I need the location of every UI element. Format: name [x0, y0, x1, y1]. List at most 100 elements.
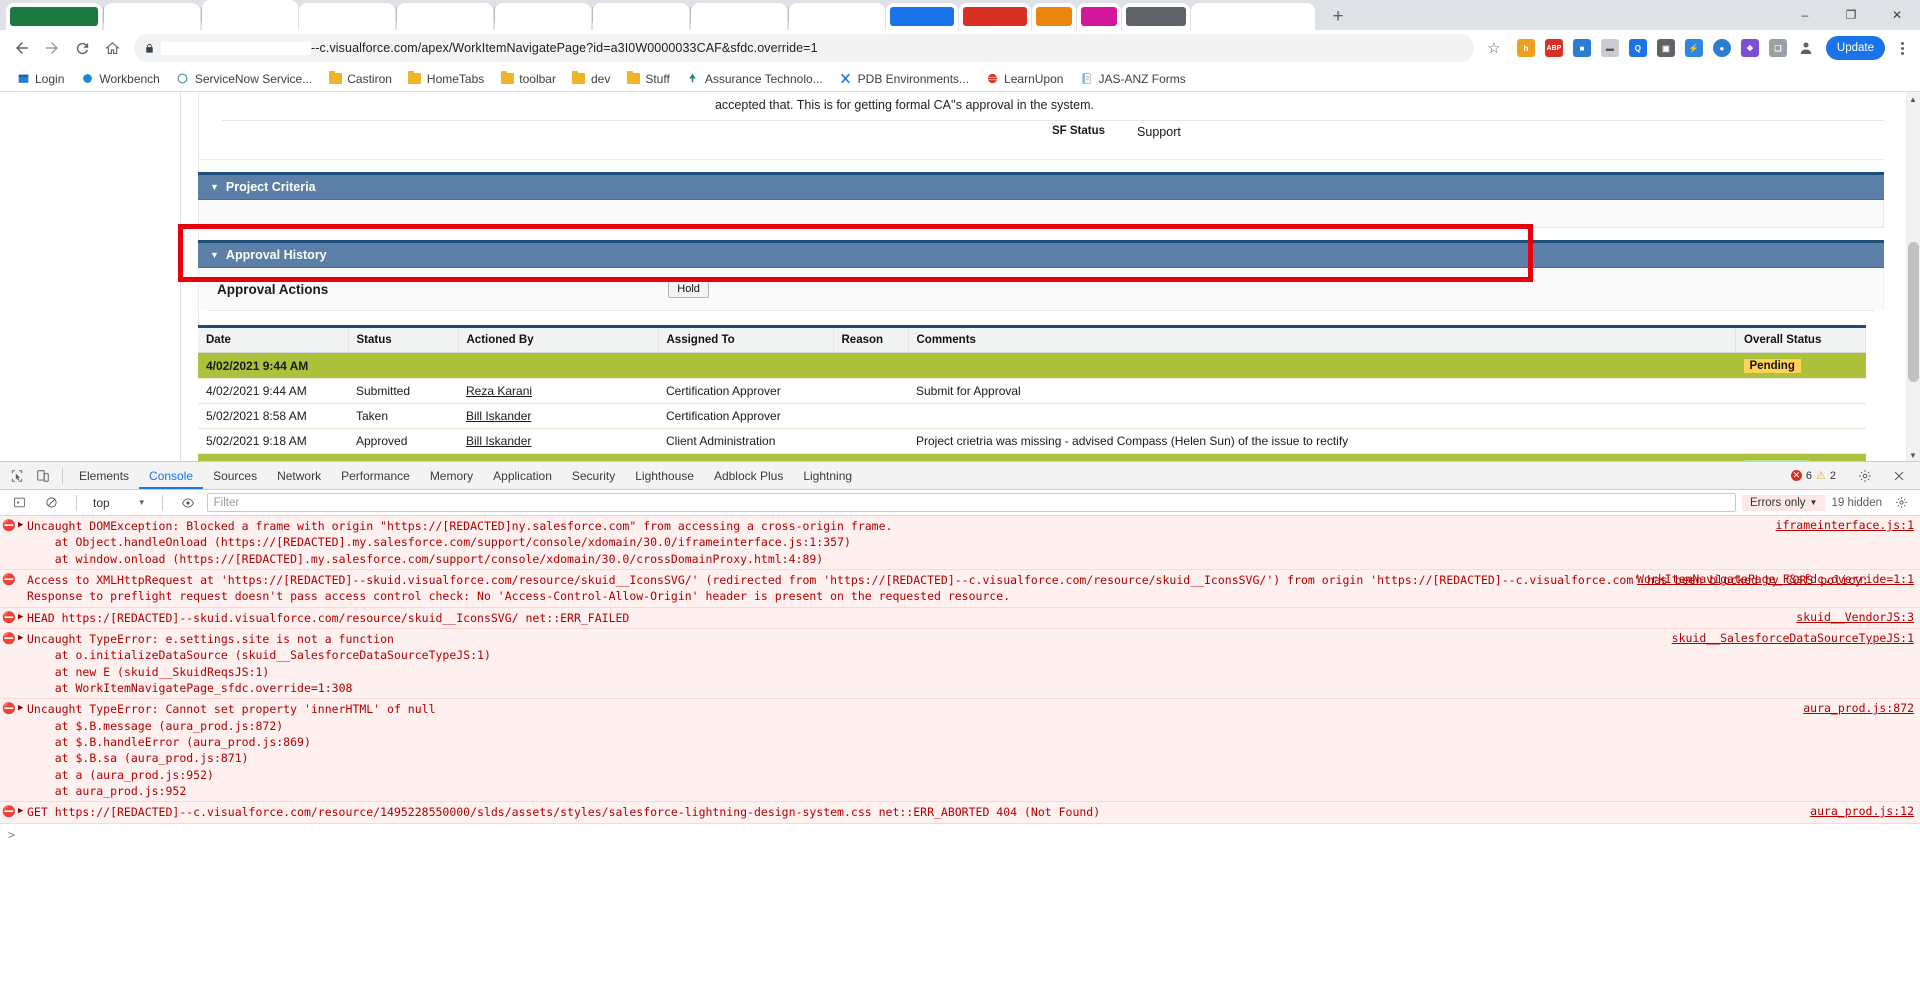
tab-adblock-plus[interactable]: Adblock Plus	[704, 462, 793, 489]
clear-console-icon[interactable]	[38, 491, 64, 515]
bookmark-jas-anz-forms[interactable]: JAS-ANZ Forms	[1071, 68, 1193, 90]
extension-honey-icon[interactable]: h	[1514, 36, 1538, 60]
chevron-down-icon[interactable]: ▼	[138, 498, 146, 507]
expand-triangle-icon[interactable]: ▶	[18, 631, 27, 643]
browser-tab-1[interactable]	[6, 3, 102, 30]
device-toolbar-icon[interactable]	[30, 464, 56, 488]
console-message[interactable]: ⛔ Access to XMLHttpRequest at 'https://[…	[0, 569, 1920, 608]
tab-sources[interactable]: Sources	[203, 462, 267, 489]
expand-triangle-icon[interactable]: ▶	[18, 518, 27, 530]
extension-search-icon[interactable]: Q	[1626, 36, 1650, 60]
gear-icon[interactable]	[1852, 464, 1878, 488]
log-level-selector[interactable]: Errors only ▼	[1741, 494, 1826, 511]
close-button[interactable]: ✕	[1874, 0, 1920, 30]
scroll-up-arrow[interactable]: ▲	[1906, 92, 1920, 106]
approval-history-header[interactable]: ▼ Approval History	[198, 243, 1884, 268]
reload-icon[interactable]	[68, 34, 96, 62]
table-row[interactable]: 4/02/2021 9:44 AM Pending	[198, 352, 1866, 379]
bookmark-star-icon[interactable]: ☆	[1482, 36, 1506, 60]
browser-tab-8[interactable]	[691, 3, 787, 30]
console-source-link[interactable]: aura_prod.js:872	[1803, 701, 1914, 715]
console-filter-input[interactable]: Filter	[206, 493, 1736, 512]
browser-tab-14[interactable]	[1122, 3, 1190, 30]
tab-memory[interactable]: Memory	[420, 462, 483, 489]
tab-elements[interactable]: Elements	[69, 462, 139, 489]
bookmark-castiron[interactable]: Castiron	[320, 68, 400, 90]
chevron-down-icon[interactable]: ▼	[210, 182, 219, 192]
bookmark-workbench[interactable]: Workbench	[72, 68, 167, 90]
extension-abp-icon[interactable]: ABP	[1542, 36, 1566, 60]
page-scrollbar-thumb[interactable]	[1908, 242, 1919, 382]
console-source-link[interactable]: WorkItemNavigatePage_F&sfdc.override=1:1	[1637, 572, 1914, 586]
browser-tab-active[interactable]	[202, 0, 298, 30]
console-message[interactable]: ⛔ ▶ Uncaught TypeError: e.settings.site …	[0, 628, 1920, 700]
expand-triangle-icon[interactable]: ▶	[18, 804, 27, 816]
cursor-inspect-icon[interactable]	[4, 464, 30, 488]
profile-avatar[interactable]	[1794, 36, 1818, 60]
browser-tab-6[interactable]	[495, 3, 591, 30]
minimize-button[interactable]: –	[1782, 0, 1828, 30]
tab-security[interactable]: Security	[562, 462, 625, 489]
user-link[interactable]: Bill Iskander	[466, 409, 531, 423]
extension-lightning-icon[interactable]: ⚡	[1682, 36, 1706, 60]
expand-triangle-icon[interactable]: ▶	[18, 701, 27, 713]
tab-lightning[interactable]: Lightning	[793, 462, 862, 489]
console-settings-icon[interactable]	[1888, 491, 1914, 515]
console-source-link[interactable]: skuid__SalesforceDataSourceTypeJS:1	[1672, 631, 1914, 645]
bookmark-hometabs[interactable]: HomeTabs	[400, 68, 492, 90]
address-bar[interactable]: --c.visualforce.com/apex/WorkItemNavigat…	[134, 34, 1474, 62]
extension-grey-icon[interactable]: ▬	[1598, 36, 1622, 60]
table-row[interactable]: 5/02/2021 8:58 AM Taken Bill Iskander Ce…	[198, 403, 1866, 429]
browser-tab-13[interactable]	[1077, 3, 1121, 30]
bookmark-stuff[interactable]: Stuff	[618, 68, 677, 90]
table-row[interactable]: 5/02/2021 9:18 AM Approved Bill Iskander…	[198, 428, 1866, 454]
console-prompt[interactable]: >	[0, 824, 1920, 842]
console-message[interactable]: ⛔ ▶ GET https://[REDACTED]--c.visualforc…	[0, 802, 1920, 824]
extension-blue-icon[interactable]: ■	[1570, 36, 1594, 60]
bookmark-dev[interactable]: dev	[564, 68, 618, 90]
browser-tab-15[interactable]	[1191, 3, 1315, 30]
live-expression-icon[interactable]	[175, 491, 201, 515]
chevron-down-icon[interactable]: ▼	[1810, 498, 1818, 507]
extension-kite-icon[interactable]: ❖	[1738, 36, 1762, 60]
bookmark-assurance-technologies[interactable]: Assurance Technolo...	[678, 68, 831, 90]
maximize-button[interactable]: ❐	[1828, 0, 1874, 30]
context-selector[interactable]: top ▼	[89, 496, 150, 510]
home-icon[interactable]	[98, 34, 126, 62]
browser-tab-12[interactable]	[1032, 3, 1076, 30]
forward-icon[interactable]	[38, 34, 66, 62]
extension-camera-icon[interactable]: ▣	[1654, 36, 1678, 60]
extension-puzzle-icon[interactable]: ❑	[1766, 36, 1790, 60]
user-link[interactable]: Bill Iskander	[466, 434, 531, 448]
console-message[interactable]: ⛔ ▶ Uncaught TypeError: Cannot set prope…	[0, 699, 1920, 803]
table-row[interactable]: 4/02/2021 9:44 AM Submitted Reza Karani …	[198, 378, 1866, 404]
console-message[interactable]: ⛔ ▶ HEAD https:/[REDACTED]--skuid.visual…	[0, 607, 1920, 629]
bookmark-learnupon[interactable]: LearnUpon	[977, 68, 1071, 90]
browser-tab-2[interactable]	[104, 3, 200, 30]
console-source-link[interactable]: aura_prod.js:12	[1810, 804, 1914, 818]
expand-triangle-icon[interactable]: ▶	[18, 610, 27, 622]
hold-button[interactable]: Hold	[668, 280, 709, 298]
extension-globe-icon[interactable]: ●	[1710, 36, 1734, 60]
back-icon[interactable]	[8, 34, 36, 62]
tab-network[interactable]: Network	[267, 462, 331, 489]
bookmark-toolbar[interactable]: toolbar	[492, 68, 564, 90]
console-source-link[interactable]: iframeinterface.js:1	[1776, 518, 1914, 532]
tab-console[interactable]: Console	[139, 462, 203, 489]
browser-tab-9[interactable]	[789, 3, 885, 30]
console-source-link[interactable]: skuid__VendorJS:3	[1796, 610, 1914, 624]
tab-lighthouse[interactable]: Lighthouse	[625, 462, 704, 489]
bookmark-servicenow[interactable]: ServiceNow Service...	[168, 68, 320, 90]
new-tab-button[interactable]: +	[1324, 2, 1352, 30]
page-scrollbar[interactable]: ▲ ▼	[1906, 92, 1920, 462]
browser-tab-4[interactable]	[299, 3, 395, 30]
scroll-down-arrow[interactable]: ▼	[1906, 448, 1920, 462]
browser-tab-5[interactable]	[397, 3, 493, 30]
close-icon[interactable]	[1886, 464, 1912, 488]
bookmark-pdb-environments[interactable]: PDB Environments...	[831, 68, 977, 90]
user-link[interactable]: Reza Karani	[466, 384, 532, 398]
console-message[interactable]: ⛔ ▶ Uncaught DOMException: Blocked a fra…	[0, 516, 1920, 570]
chevron-down-icon[interactable]: ▼	[210, 250, 219, 260]
bookmark-login[interactable]: Login	[8, 68, 72, 90]
tab-performance[interactable]: Performance	[331, 462, 420, 489]
